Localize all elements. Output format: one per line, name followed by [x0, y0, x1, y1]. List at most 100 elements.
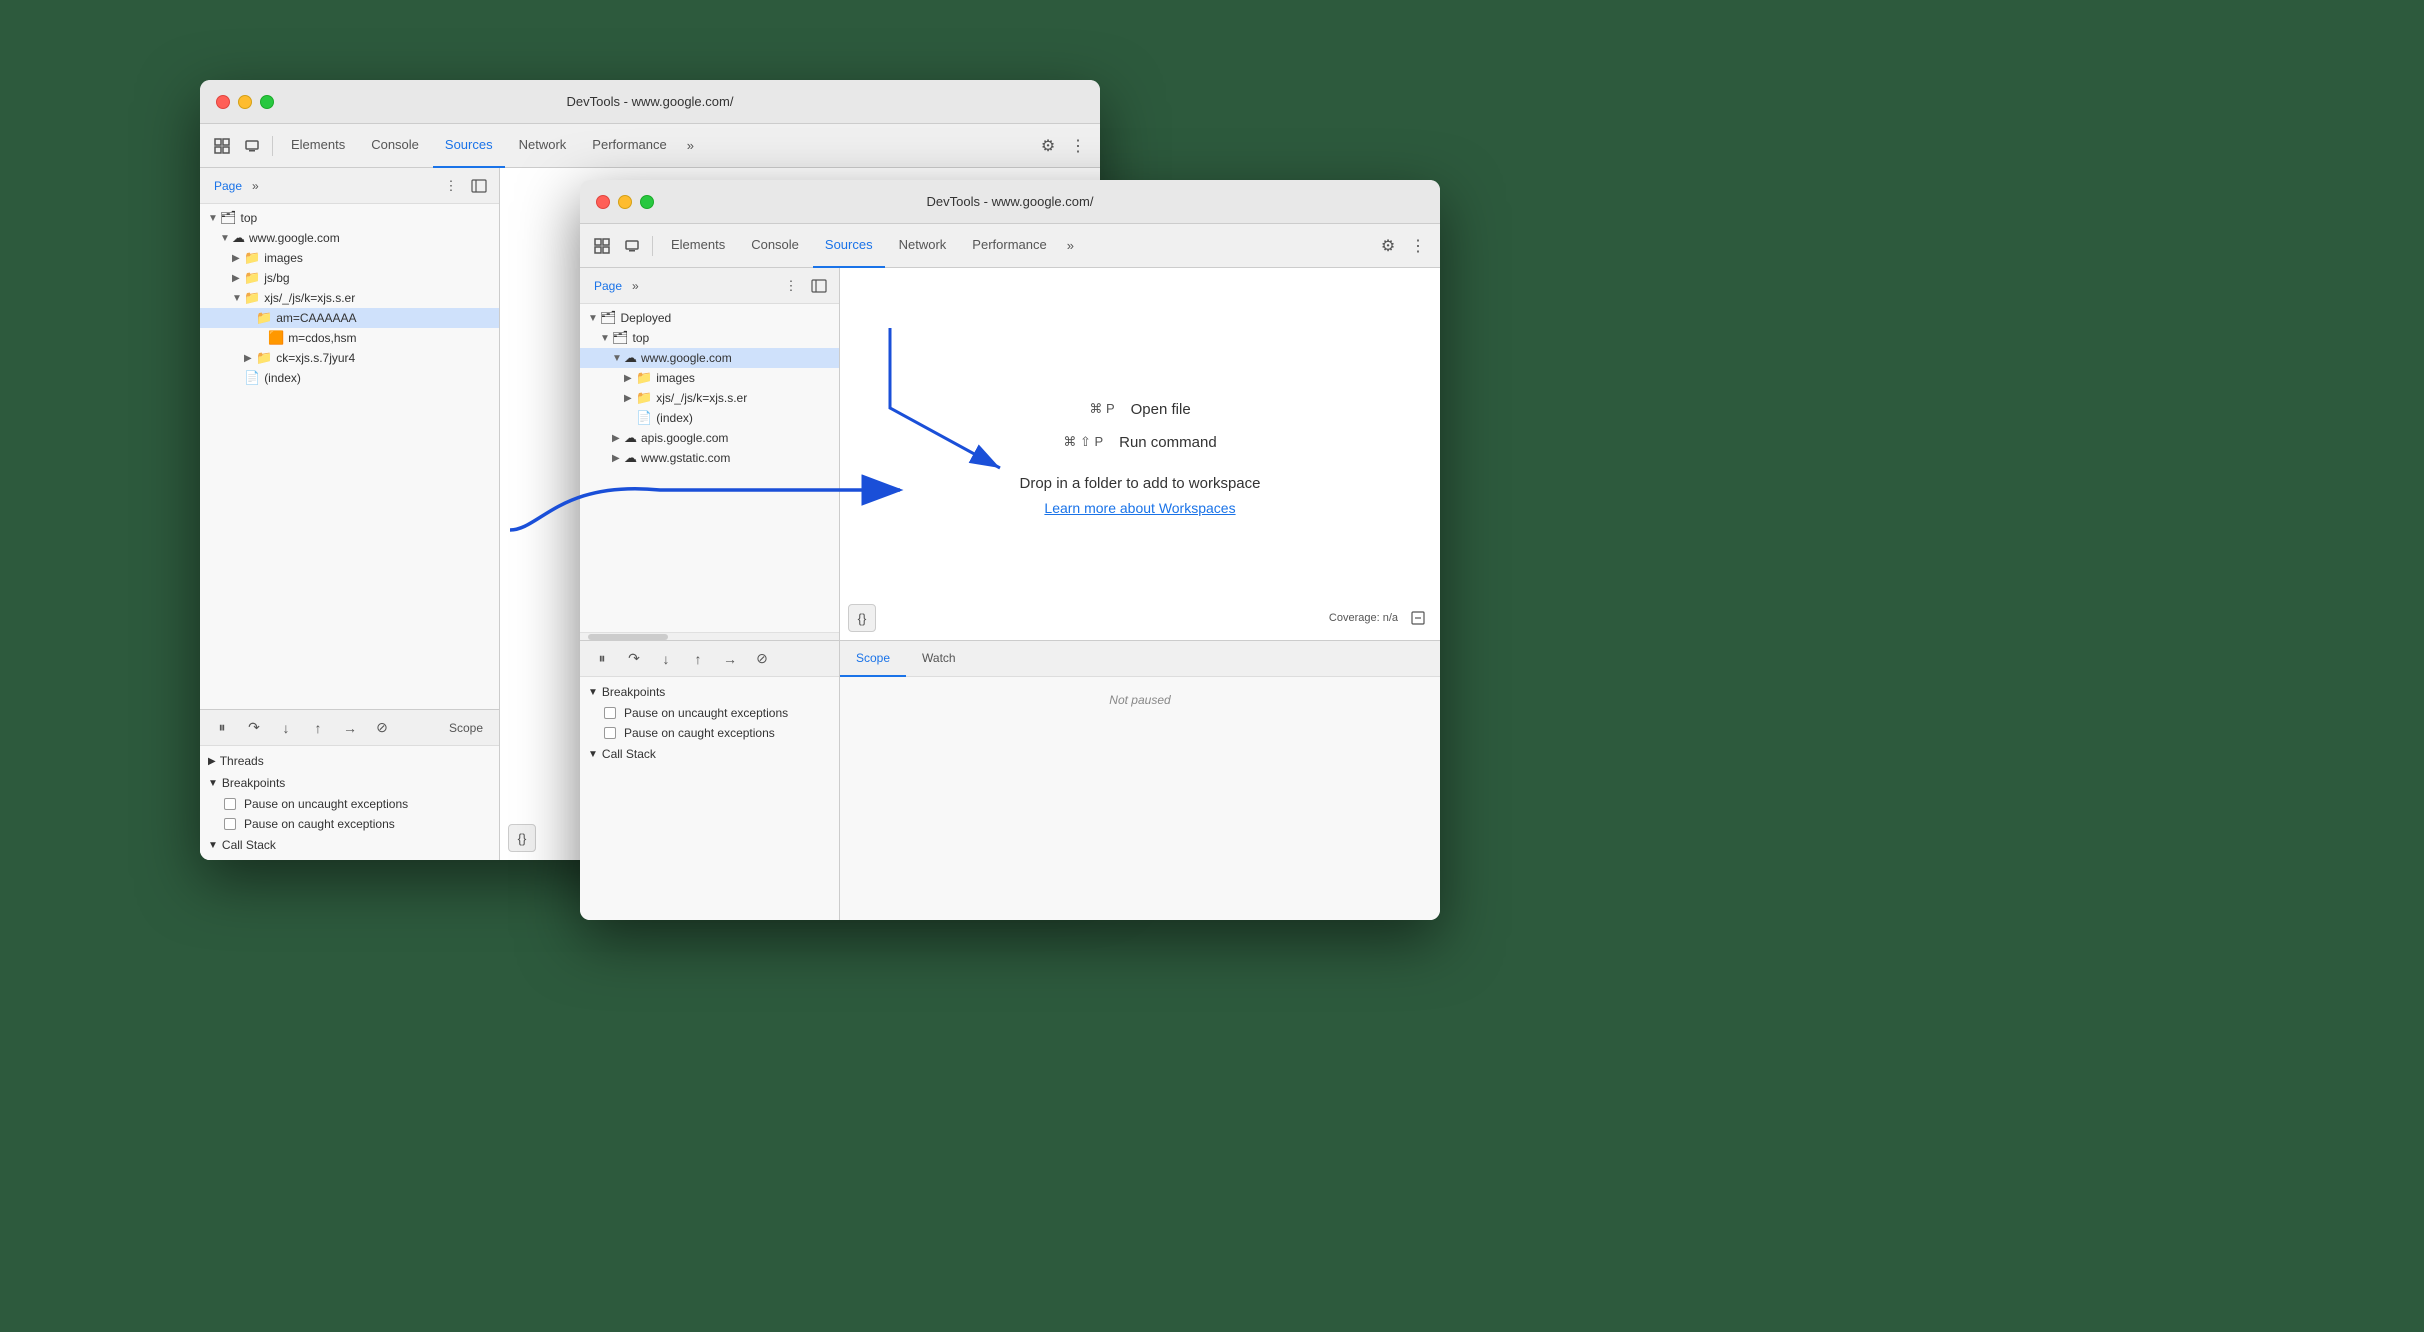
maximize-button-back[interactable] — [260, 95, 274, 109]
tab-performance-back[interactable]: Performance — [580, 124, 678, 168]
page-more-front[interactable]: » — [632, 279, 639, 293]
maximize-button-front[interactable] — [640, 195, 654, 209]
tab-elements-front[interactable]: Elements — [659, 224, 737, 268]
minimize-button-back[interactable] — [238, 95, 252, 109]
tab-network-back[interactable]: Network — [507, 124, 579, 168]
bottom-right-front: Scope Watch Not paused — [840, 641, 1440, 920]
tree-item-google-back[interactable]: ▼ ☁ www.google.com — [200, 228, 499, 248]
step-out-icon-front[interactable]: ↑ — [684, 645, 712, 673]
pause-caught-checkbox-back[interactable] — [224, 818, 236, 830]
tree-item-xjs-front[interactable]: ▶ 📁 xjs/_/js/k=xjs.s.er — [580, 388, 839, 408]
more-tabs-back[interactable]: » — [681, 134, 700, 157]
tree-item-images-back[interactable]: ▶ 📁 images — [200, 248, 499, 268]
tab-performance-front[interactable]: Performance — [960, 224, 1058, 268]
continue-icon-back[interactable]: → — [336, 714, 364, 742]
close-button-back[interactable] — [216, 95, 230, 109]
tree-item-apis-front[interactable]: ▶ ☁ apis.google.com — [580, 428, 839, 448]
pause-caught-back: Pause on caught exceptions — [200, 814, 499, 834]
tab-elements-back[interactable]: Elements — [279, 124, 357, 168]
bottom-content-front: ▼ Breakpoints Pause on uncaught exceptio… — [580, 677, 839, 769]
tree-item-images-front[interactable]: ▶ 📁 images — [580, 368, 839, 388]
tree-item-top-back[interactable]: ▼ 🗂 top — [200, 208, 499, 228]
page-more-back[interactable]: » — [252, 179, 259, 193]
tree-item-index-front[interactable]: 📄 (index) — [580, 408, 839, 428]
three-dots-icon-front[interactable]: ⋮ — [779, 274, 803, 298]
format-icon-front[interactable]: {} — [848, 604, 876, 632]
breakpoints-section-back[interactable]: ▼ Breakpoints — [200, 772, 499, 794]
coverage-icon-front[interactable] — [1404, 604, 1432, 632]
toggle-sidebar-icon-back[interactable] — [467, 174, 491, 198]
step-over-icon-back[interactable]: ↷ — [240, 714, 268, 742]
inspect-icon-front[interactable] — [588, 232, 616, 260]
step-into-icon-back[interactable]: ↓ — [272, 714, 300, 742]
tree-item-ck-back[interactable]: ▶ 📁 ck=xjs.s.7jyur4 — [200, 348, 499, 368]
step-into-icon-front[interactable]: ↓ — [652, 645, 680, 673]
pause-icon-back[interactable]: ⏸ — [208, 714, 236, 742]
format-icon-back[interactable]: {} — [508, 824, 536, 852]
close-button-front[interactable] — [596, 195, 610, 209]
scope-label-back: Scope — [441, 721, 491, 735]
scope-tab-watch-front[interactable]: Watch — [906, 641, 972, 677]
deactivate-icon-front[interactable]: ⊘ — [748, 645, 776, 673]
settings-icon-front[interactable]: ⚙ — [1374, 232, 1402, 260]
pause-uncaught-checkbox-front[interactable] — [604, 707, 616, 719]
more-options-icon-back[interactable]: ⋮ — [1064, 132, 1092, 160]
pause-caught-checkbox-front[interactable] — [604, 727, 616, 739]
tab-network-front[interactable]: Network — [887, 224, 959, 268]
drop-text-front: Drop in a folder to add to workspace — [1020, 475, 1261, 492]
pause-uncaught-checkbox-back[interactable] — [224, 798, 236, 810]
tab-sources-front[interactable]: Sources — [813, 224, 885, 268]
learn-link-front[interactable]: Learn more about Workspaces — [1044, 500, 1235, 516]
tree-item-index-back[interactable]: 📄 (index) — [200, 368, 499, 388]
tree-item-mcdos-back[interactable]: 🟧 m=cdos,hsm — [200, 328, 499, 348]
step-over-icon-front[interactable]: ↷ — [620, 645, 648, 673]
breakpoints-section-front[interactable]: ▼ Breakpoints — [580, 681, 839, 703]
continue-icon-front[interactable]: → — [716, 645, 744, 673]
tab-console-back[interactable]: Console — [359, 124, 431, 168]
page-tab-back[interactable]: Page — [208, 177, 248, 195]
tree-item-jsbg-back[interactable]: ▶ 📁 js/bg — [200, 268, 499, 288]
more-tabs-front[interactable]: » — [1061, 234, 1080, 257]
tree-item-gstatic-front[interactable]: ▶ ☁ www.gstatic.com — [580, 448, 839, 468]
traffic-lights-front — [596, 195, 654, 209]
open-file-label-front: Open file — [1131, 401, 1191, 418]
device-icon-back[interactable] — [238, 132, 266, 160]
threads-section-back[interactable]: ▶ Threads — [200, 750, 499, 772]
shortcut-run-row-front: ⌘ ⇧ P Run command — [1063, 434, 1216, 451]
tab-sources-back[interactable]: Sources — [433, 124, 505, 168]
toggle-sidebar-icon-front[interactable] — [807, 274, 831, 298]
tree-item-xjs-back[interactable]: ▼ 📁 xjs/_/js/k=xjs.s.er — [200, 288, 499, 308]
toolbar-sep-1-front — [652, 236, 653, 256]
pause-icon-front[interactable]: ⏸ — [588, 645, 616, 673]
h-scroll-front[interactable] — [580, 632, 839, 640]
scope-tab-scope-front[interactable]: Scope — [840, 641, 906, 677]
tab-console-front[interactable]: Console — [739, 224, 811, 268]
format-btn-back[interactable]: {} — [508, 824, 536, 852]
inspect-icon-back[interactable] — [208, 132, 236, 160]
arrow-overlay-front — [840, 268, 1440, 640]
bottom-panel-back: ⏸ ↷ ↓ ↑ → ⊘ Scope ▶ Threads ▼ Breakpoint… — [200, 709, 500, 860]
main-content-front: Page » ⋮ ▼ 🗂 Deployed ▼ 🗂 top — [580, 268, 1440, 640]
more-options-icon-front[interactable]: ⋮ — [1404, 232, 1432, 260]
step-out-icon-back[interactable]: ↑ — [304, 714, 332, 742]
tree-item-google-front[interactable]: ▼ ☁ www.google.com — [580, 348, 839, 368]
right-area-front: ⌘ P Open file ⌘ ⇧ P Run command Drop in … — [840, 268, 1440, 640]
device-icon-front[interactable] — [618, 232, 646, 260]
minimize-button-front[interactable] — [618, 195, 632, 209]
format-btn-front[interactable]: {} — [848, 604, 876, 632]
tree-item-am-back[interactable]: 📁 am=CAAAAAA — [200, 308, 499, 328]
coverage-label-front: Coverage: n/a — [1329, 612, 1398, 624]
traffic-lights-back — [216, 95, 274, 109]
deactivate-icon-back[interactable]: ⊘ — [368, 714, 396, 742]
three-dots-icon-back[interactable]: ⋮ — [439, 174, 463, 198]
callstack-section-front[interactable]: ▼ Call Stack — [580, 743, 839, 765]
h-scroll-thumb-front[interactable] — [588, 634, 668, 640]
tree-item-top-front[interactable]: ▼ 🗂 top — [580, 328, 839, 348]
tree-item-deployed-front[interactable]: ▼ 🗂 Deployed — [580, 308, 839, 328]
callstack-section-back[interactable]: ▼ Call Stack — [200, 834, 499, 856]
page-tab-front[interactable]: Page — [588, 277, 628, 295]
scope-tabs-front: Scope Watch — [840, 641, 1440, 677]
window-title-back: DevTools - www.google.com/ — [567, 94, 734, 109]
not-paused-label-front: Not paused — [840, 677, 1440, 723]
settings-icon-back[interactable]: ⚙ — [1034, 132, 1062, 160]
